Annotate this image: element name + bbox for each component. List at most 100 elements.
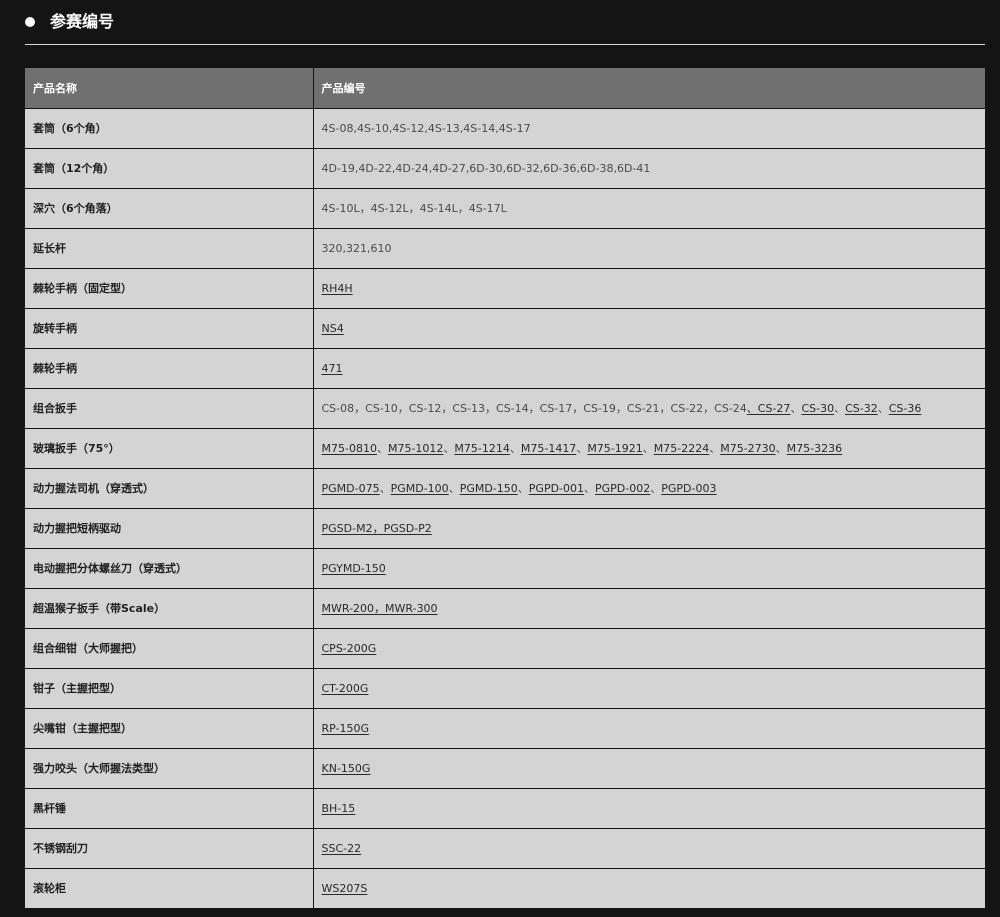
product-code-cell: RP-150G bbox=[313, 707, 985, 748]
product-code-text: CS-08，CS-10，CS-12，CS-13，CS-14，CS-17，CS-1… bbox=[321, 402, 747, 415]
product-code-link[interactable]: CS-36 bbox=[889, 402, 922, 415]
product-code-cell: NS4 bbox=[313, 307, 985, 348]
product-name-cell: 滚轮柜 bbox=[25, 867, 314, 908]
product-code-text: 4S-08,4S-10,4S-12,4S-13,4S-14,4S-17 bbox=[321, 121, 531, 135]
product-code-link[interactable]: M75-2730 bbox=[720, 442, 775, 455]
product-name-cell: 深穴（6个角落） bbox=[25, 187, 314, 228]
product-code-cell: CS-08，CS-10，CS-12，CS-13，CS-14，CS-17，CS-1… bbox=[313, 387, 985, 428]
product-code-text: 、 bbox=[448, 482, 460, 495]
product-code-cell: MWR-200，MWR-300 bbox=[313, 587, 985, 628]
table-row: 旋转手柄 NS4 bbox=[25, 307, 985, 348]
table-row: 套筒（12个角） 4D-19,4D-22,4D-24,4D-27,6D-30,6D… bbox=[25, 147, 985, 188]
product-name-cell: 组合扳手 bbox=[25, 387, 314, 428]
product-code-link[interactable]: PGMD-100 bbox=[391, 482, 449, 495]
product-name-cell: 钳子（主握把型） bbox=[25, 667, 314, 708]
product-code-cell: RH4H bbox=[313, 267, 985, 308]
product-code-link[interactable]: M75-2224 bbox=[654, 442, 709, 455]
product-code-link[interactable]: WS207S bbox=[322, 882, 368, 895]
product-code-link[interactable]: NS4 bbox=[322, 322, 344, 335]
product-code-link[interactable]: M75-1417 bbox=[521, 442, 576, 455]
product-code-text: 、 bbox=[443, 442, 455, 455]
product-code-link[interactable]: SSC-22 bbox=[322, 842, 362, 855]
product-code-cell: 471 bbox=[313, 347, 985, 388]
product-name-cell: 电动握把分体螺丝刀（穿透式） bbox=[25, 547, 314, 588]
bullet-icon bbox=[25, 17, 35, 27]
product-code-link[interactable]: M75-1012 bbox=[388, 442, 443, 455]
product-code-link[interactable]: 、CS-27 bbox=[747, 402, 791, 415]
product-name-cell: 黑杆锤 bbox=[25, 787, 314, 828]
product-code-cell: M75-0810、M75-1012、M75-1214、M75-1417、M75-… bbox=[313, 427, 985, 468]
section-header: 参赛编号 bbox=[25, 0, 985, 45]
product-code-cell: 4D-19,4D-22,4D-24,4D-27,6D-30,6D-32,6D-3… bbox=[313, 147, 985, 188]
table-row: 强力咬头（大师握法类型） KN-150G bbox=[25, 747, 985, 788]
product-code-text: 、 bbox=[642, 442, 654, 455]
product-code-link[interactable]: BH-15 bbox=[322, 802, 356, 815]
product-code-text: 、 bbox=[790, 402, 802, 415]
product-code-link[interactable]: M75-3236 bbox=[787, 442, 842, 455]
table-header-row: 产品名称 产品编号 bbox=[25, 68, 985, 108]
table-row: 延长杆 320,321,610 bbox=[25, 227, 985, 268]
table-row: 尖嘴钳（主握把型） RP-150G bbox=[25, 707, 985, 748]
table-row: 组合扳手 CS-08，CS-10，CS-12，CS-13，CS-14，CS-17，… bbox=[25, 387, 985, 428]
product-code-link[interactable]: CPS-200G bbox=[322, 642, 377, 655]
product-code-link[interactable]: RH4H bbox=[322, 282, 353, 295]
product-code-text: 、 bbox=[576, 442, 588, 455]
product-code-link[interactable]: PGMD-075 bbox=[322, 482, 380, 495]
product-name-cell: 尖嘴钳（主握把型） bbox=[25, 707, 314, 748]
product-code-link[interactable]: PGPD-003 bbox=[661, 482, 716, 495]
product-name-cell: 强力咬头（大师握法类型） bbox=[25, 747, 314, 788]
section-title: 参赛编号 bbox=[50, 12, 115, 31]
product-code-link[interactable]: PGPD-002 bbox=[595, 482, 650, 495]
product-code-text: 、 bbox=[834, 402, 846, 415]
product-code-link[interactable]: CS-30 bbox=[801, 402, 834, 415]
table-row: 动力握把短柄驱动 PGSD-M2，PGSD-P2 bbox=[25, 507, 985, 548]
product-code-link[interactable]: M75-0810 bbox=[322, 442, 377, 455]
product-name-cell: 组合细钳（大师握把） bbox=[25, 627, 314, 668]
product-code-link[interactable]: RP-150G bbox=[322, 722, 370, 735]
table-row: 玻璃扳手（75°） M75-0810、M75-1012、M75-1214、M75-… bbox=[25, 427, 985, 468]
product-code-cell: BH-15 bbox=[313, 787, 985, 828]
product-code-link[interactable]: M75-1921 bbox=[587, 442, 642, 455]
product-code-text: 、 bbox=[709, 442, 721, 455]
product-code-link[interactable]: 471 bbox=[322, 362, 343, 375]
product-code-text: 、 bbox=[509, 442, 521, 455]
product-code-text: 、 bbox=[877, 402, 889, 415]
column-header-product-name: 产品名称 bbox=[25, 68, 314, 108]
product-name-cell: 套筒（6个角） bbox=[25, 107, 314, 148]
product-name-cell: 棘轮手柄（固定型） bbox=[25, 267, 314, 308]
table-row: 棘轮手柄 471 bbox=[25, 347, 985, 388]
product-name-cell: 动力握法司机（穿透式） bbox=[25, 467, 314, 508]
product-code-table: 产品名称 产品编号 套筒（6个角） 4S-08,4S-10,4S-12,4S-13… bbox=[25, 68, 985, 908]
product-code-link[interactable]: PGPD-001 bbox=[529, 482, 584, 495]
product-code-cell: WS207S bbox=[313, 867, 985, 908]
product-code-cell: SSC-22 bbox=[313, 827, 985, 868]
product-name-cell: 玻璃扳手（75°） bbox=[25, 427, 314, 468]
table-row: 不锈钢刮刀 SSC-22 bbox=[25, 827, 985, 868]
product-code-text: 、 bbox=[650, 482, 662, 495]
column-header-product-code: 产品编号 bbox=[313, 68, 985, 108]
product-code-link[interactable]: PGSD-M2，PGSD-P2 bbox=[322, 522, 432, 535]
product-name-cell: 不锈钢刮刀 bbox=[25, 827, 314, 868]
product-code-text: 、 bbox=[376, 442, 388, 455]
product-code-link[interactable]: KN-150G bbox=[322, 762, 371, 775]
table-row: 超温猴子扳手（带Scale） MWR-200，MWR-300 bbox=[25, 587, 985, 628]
product-code-text: 、 bbox=[584, 482, 596, 495]
product-code-link[interactable]: CT-200G bbox=[322, 682, 369, 695]
product-code-cell: CT-200G bbox=[313, 667, 985, 708]
product-code-link[interactable]: PGYMD-150 bbox=[322, 562, 386, 575]
product-code-cell: KN-150G bbox=[313, 747, 985, 788]
product-code-text: 320,321,610 bbox=[321, 241, 392, 255]
product-code-link[interactable]: PGMD-150 bbox=[460, 482, 518, 495]
product-code-text: 4D-19,4D-22,4D-24,4D-27,6D-30,6D-32,6D-3… bbox=[321, 161, 651, 175]
table-row: 滚轮柜 WS207S bbox=[25, 867, 985, 908]
product-code-link[interactable]: CS-32 bbox=[845, 402, 878, 415]
product-code-text: 、 bbox=[775, 442, 787, 455]
table-row: 深穴（6个角落） 4S-10L，4S-12L，4S-14L，4S-17L bbox=[25, 187, 985, 228]
product-code-cell: 4S-08,4S-10,4S-12,4S-13,4S-14,4S-17 bbox=[313, 107, 985, 148]
product-code-text: 4S-10L，4S-12L，4S-14L，4S-17L bbox=[321, 202, 507, 215]
product-code-link[interactable]: M75-1214 bbox=[454, 442, 509, 455]
product-name-cell: 旋转手柄 bbox=[25, 307, 314, 348]
product-name-cell: 超温猴子扳手（带Scale） bbox=[25, 587, 314, 628]
table-row: 电动握把分体螺丝刀（穿透式） PGYMD-150 bbox=[25, 547, 985, 588]
product-code-link[interactable]: MWR-200，MWR-300 bbox=[322, 602, 438, 615]
